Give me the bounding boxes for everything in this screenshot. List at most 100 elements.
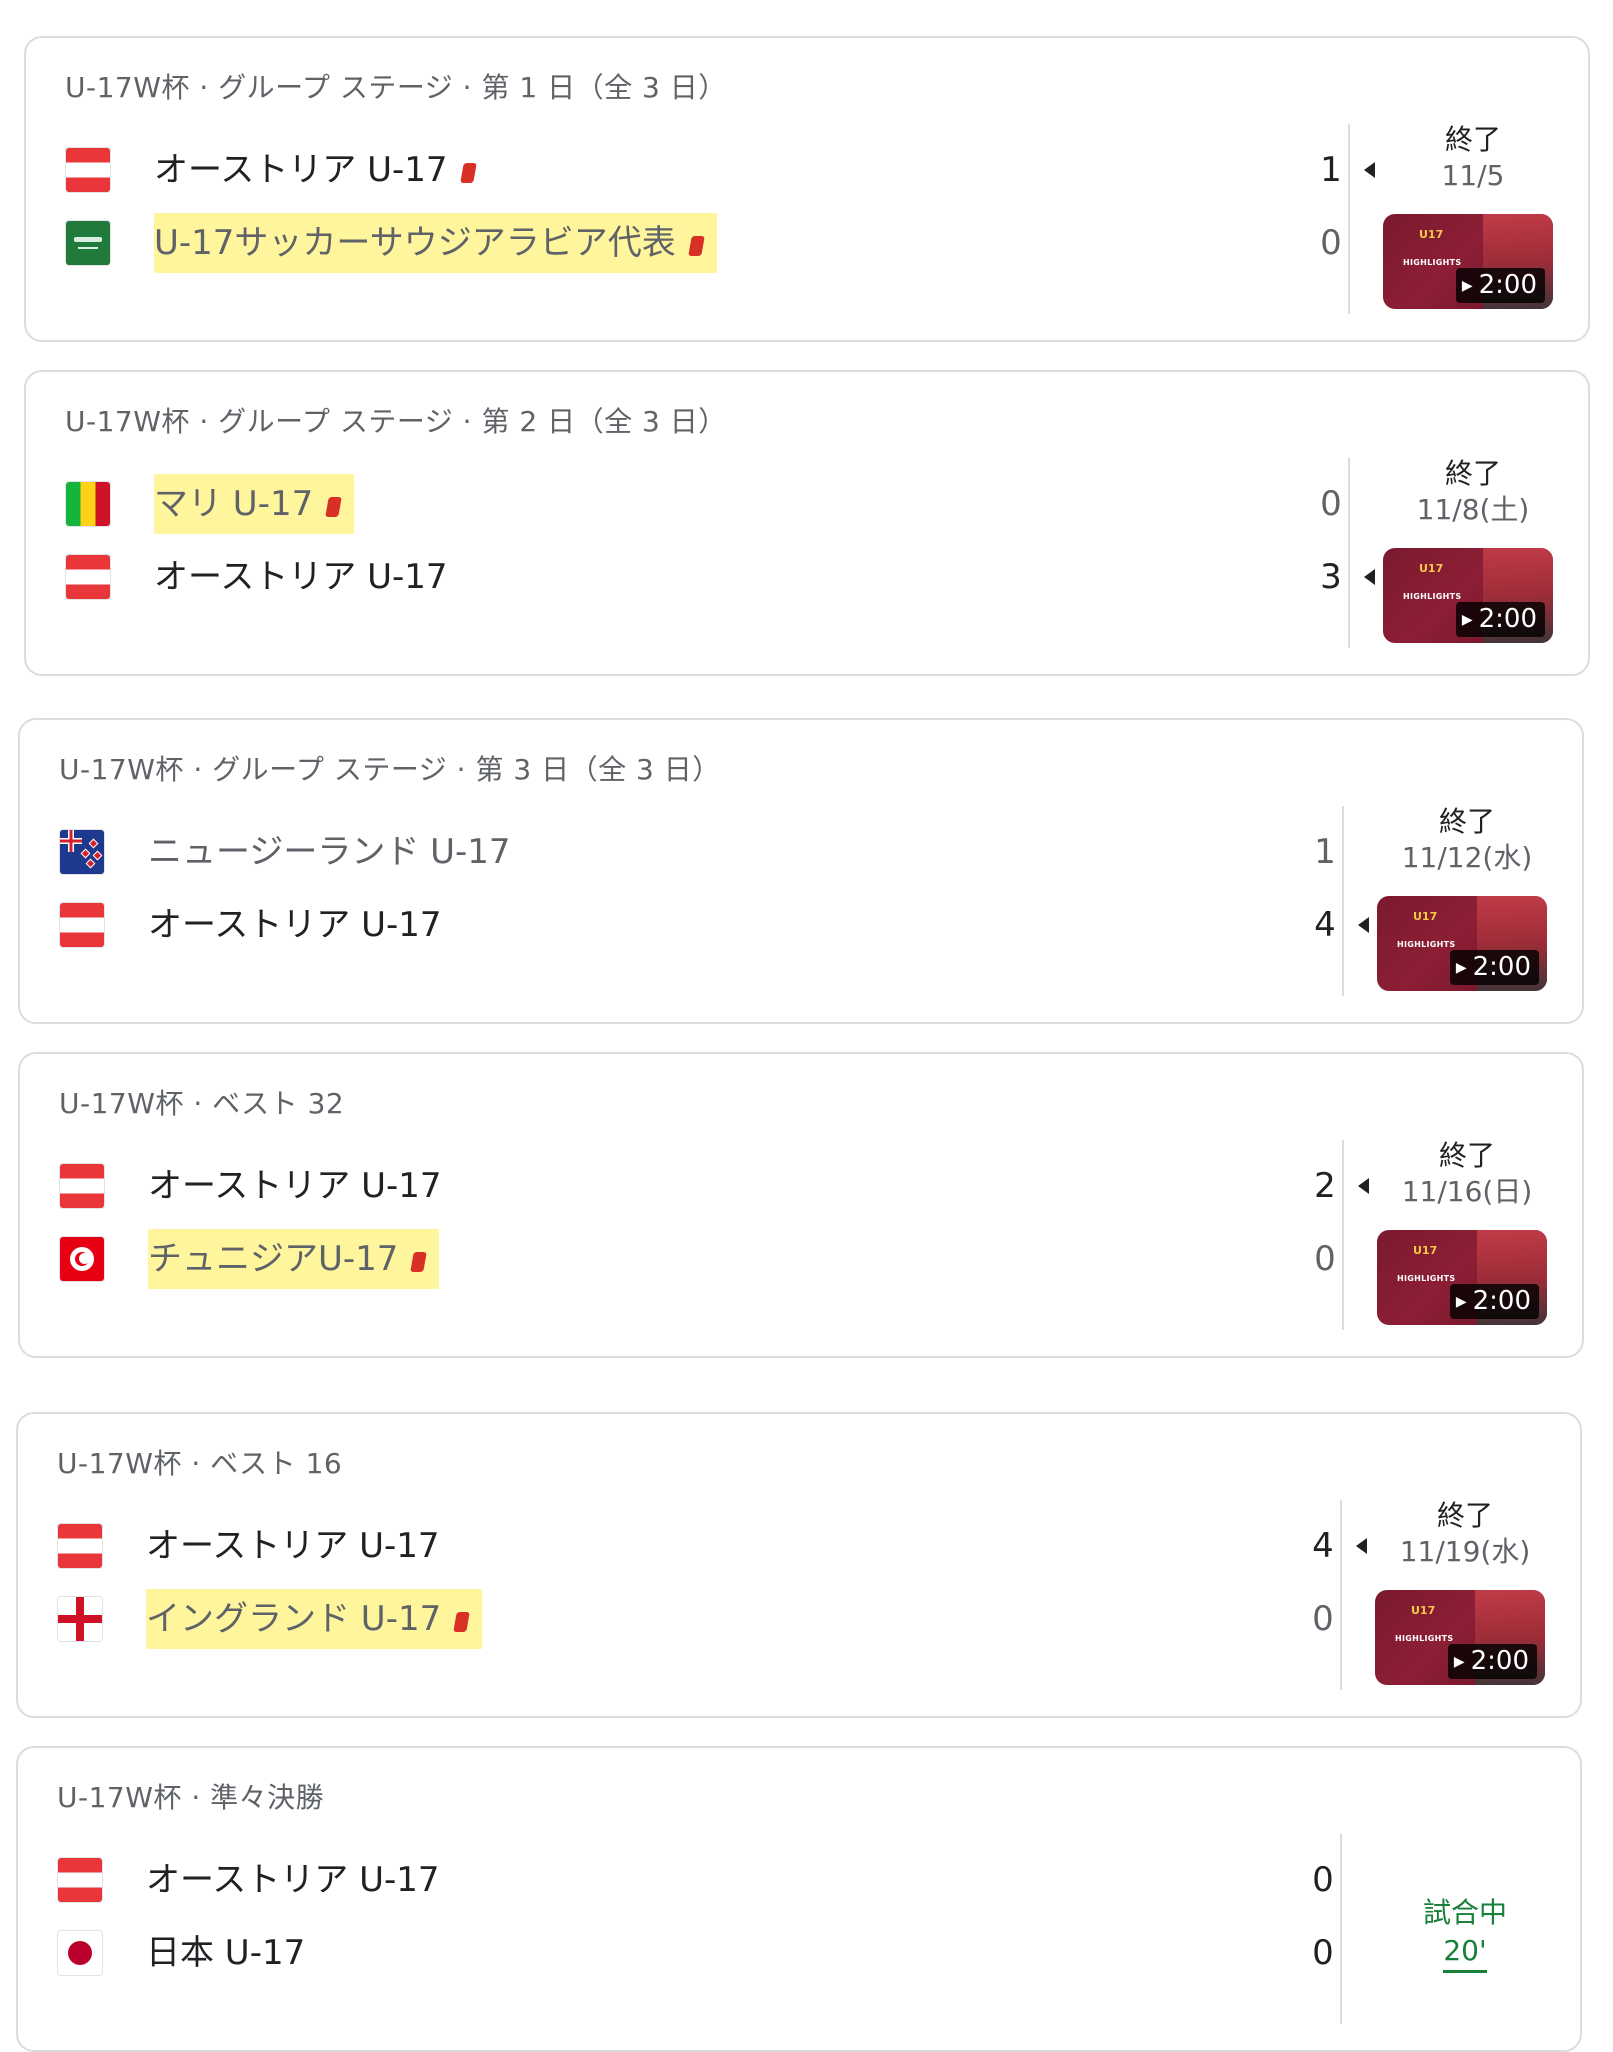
score: 0 bbox=[1314, 1239, 1336, 1279]
japan-flag-icon bbox=[58, 1931, 102, 1975]
team-name-text: マリ U-17 bbox=[154, 484, 314, 524]
austria-flag-icon bbox=[60, 903, 104, 947]
team-name-text: オーストリア U-17 bbox=[148, 1166, 442, 1206]
match-card-3[interactable]: U-17W杯 · グループ ステージ · 第 3 日（全 3 日） ニュージーラ… bbox=[18, 718, 1584, 1024]
play-icon: ▶ bbox=[1453, 1654, 1465, 1670]
live-minute: 20' bbox=[1443, 1932, 1487, 1973]
highlight-video-thumbnail[interactable]: U17 HIGHLIGHTS ▶ 2:00 bbox=[1377, 1230, 1547, 1325]
divider bbox=[1342, 806, 1344, 996]
video-duration: ▶ 2:00 bbox=[1449, 1284, 1539, 1319]
highlights-text: HIGHLIGHTS bbox=[1397, 1274, 1456, 1283]
score: 0 bbox=[1312, 1860, 1334, 1900]
match-status: 終了 11/8(土) bbox=[1383, 456, 1563, 528]
divider bbox=[1348, 458, 1350, 648]
status-label: 終了 bbox=[1444, 123, 1501, 156]
score: 1 bbox=[1314, 832, 1336, 872]
team-row-away: イングランド U-17 0 bbox=[58, 1589, 1358, 1649]
team-name: オーストリア U-17 bbox=[148, 1156, 450, 1216]
score: 0 bbox=[1320, 484, 1342, 524]
team-name: オーストリア U-17 bbox=[146, 1516, 448, 1576]
austria-flag-icon bbox=[58, 1858, 102, 1902]
austria-flag-icon bbox=[66, 555, 110, 599]
match-card-1[interactable]: U-17W杯 · グループ ステージ · 第 1 日（全 3 日） オーストリア… bbox=[24, 36, 1590, 342]
team-name-text: チュニジアU-17 bbox=[148, 1239, 399, 1279]
tournament-logo-icon: U17 bbox=[1413, 910, 1438, 923]
team-name-text: オーストリア U-17 bbox=[154, 557, 448, 597]
status-label: 終了 bbox=[1438, 1139, 1495, 1172]
duration-text: 2:00 bbox=[1478, 604, 1537, 634]
highlight-video-thumbnail[interactable]: U17 HIGHLIGHTS ▶ 2:00 bbox=[1375, 1590, 1545, 1685]
austria-flag-icon bbox=[58, 1524, 102, 1568]
match-status: 終了 11/19(水) bbox=[1375, 1498, 1555, 1570]
match-header: U-17W杯 · ベスト 16 bbox=[57, 1447, 343, 1480]
team-name-text: イングランド U-17 bbox=[146, 1599, 442, 1639]
team-row-home: オーストリア U-17 1 bbox=[66, 140, 1375, 200]
divider bbox=[1340, 1834, 1342, 2024]
red-card-icon bbox=[687, 236, 705, 256]
match-date: 11/16(日) bbox=[1401, 1175, 1533, 1208]
red-card-icon bbox=[453, 1612, 470, 1632]
live-label: 試合中 bbox=[1422, 1896, 1507, 1929]
team-row-home: オーストリア U-17 2 bbox=[60, 1156, 1369, 1216]
highlight-video-thumbnail[interactable]: U17 HIGHLIGHTS ▶ 2:00 bbox=[1383, 548, 1553, 643]
team-row-away: チュニジアU-17 0 bbox=[60, 1229, 1360, 1289]
tunisia-flag-icon bbox=[60, 1237, 104, 1281]
team-row-away: 日本 U-17 0 bbox=[58, 1923, 1358, 1983]
highlight-video-thumbnail[interactable]: U17 HIGHLIGHTS ▶ 2:00 bbox=[1383, 214, 1553, 309]
highlight-video-thumbnail[interactable]: U17 HIGHLIGHTS ▶ 2:00 bbox=[1377, 896, 1547, 991]
tournament-logo-icon: U17 bbox=[1413, 1244, 1438, 1257]
team-row-home: マリ U-17 0 bbox=[66, 474, 1366, 534]
live-status: 試合中 20' bbox=[1375, 1894, 1555, 1973]
video-duration: ▶ 2:00 bbox=[1455, 268, 1545, 303]
match-status: 終了 11/5 bbox=[1383, 122, 1563, 194]
red-card-icon bbox=[325, 497, 342, 517]
match-header: U-17W杯 · ベスト 32 bbox=[59, 1087, 345, 1120]
play-icon: ▶ bbox=[1455, 960, 1467, 976]
score: 1 bbox=[1320, 150, 1342, 190]
winner-arrow-icon bbox=[1356, 1538, 1367, 1554]
winner-arrow-icon bbox=[1358, 917, 1369, 933]
red-card-icon bbox=[459, 163, 477, 183]
play-icon: ▶ bbox=[1461, 612, 1473, 628]
duration-text: 2:00 bbox=[1478, 270, 1537, 300]
team-name: オーストリア U-17 bbox=[146, 1850, 448, 1910]
divider bbox=[1348, 124, 1350, 314]
team-name: オーストリア U-17 bbox=[154, 140, 483, 200]
match-date: 11/19(水) bbox=[1399, 1535, 1531, 1568]
tournament-logo-icon: U17 bbox=[1419, 228, 1444, 241]
winner-arrow-icon bbox=[1364, 162, 1375, 178]
team-name: イングランド U-17 bbox=[146, 1589, 483, 1649]
team-name: U-17サッカーサウジアラビア代表 bbox=[154, 213, 717, 273]
video-duration: ▶ 2:00 bbox=[1447, 1644, 1537, 1679]
england-flag-icon bbox=[58, 1597, 102, 1641]
team-name-text: ニュージーランド U-17 bbox=[148, 832, 511, 872]
match-card-6[interactable]: U-17W杯 · 準々決勝 オーストリア U-17 0 日本 U-17 0 試合… bbox=[16, 1746, 1582, 2052]
score: 0 bbox=[1312, 1933, 1334, 1973]
score: 2 bbox=[1314, 1166, 1336, 1206]
team-name-text: オーストリア U-17 bbox=[148, 905, 442, 945]
match-status: 終了 11/16(日) bbox=[1377, 1138, 1557, 1210]
team-row-away: オーストリア U-17 4 bbox=[60, 895, 1369, 955]
team-name-text: オーストリア U-17 bbox=[146, 1860, 440, 1900]
duration-text: 2:00 bbox=[1470, 1646, 1529, 1676]
team-name-text: 日本 U-17 bbox=[146, 1933, 306, 1973]
red-card-icon bbox=[410, 1252, 428, 1272]
team-row-home: ニュージーランド U-17 1 bbox=[60, 822, 1360, 882]
team-name-text: U-17サッカーサウジアラビア代表 bbox=[154, 223, 676, 263]
match-card-2[interactable]: U-17W杯 · グループ ステージ · 第 2 日（全 3 日） マリ U-1… bbox=[24, 370, 1590, 676]
team-name: マリ U-17 bbox=[154, 474, 355, 534]
match-card-5[interactable]: U-17W杯 · ベスト 16 オーストリア U-17 4 イングランド U-1… bbox=[16, 1412, 1582, 1718]
status-label: 終了 bbox=[1438, 805, 1495, 838]
match-date: 11/8(土) bbox=[1416, 493, 1530, 526]
video-duration: ▶ 2:00 bbox=[1455, 602, 1545, 637]
match-header: U-17W杯 · グループ ステージ · 第 1 日（全 3 日） bbox=[65, 71, 727, 104]
highlights-text: HIGHLIGHTS bbox=[1397, 940, 1456, 949]
highlights-text: HIGHLIGHTS bbox=[1403, 258, 1462, 267]
tournament-logo-icon: U17 bbox=[1411, 1604, 1436, 1617]
play-icon: ▶ bbox=[1455, 1294, 1467, 1310]
team-name: ニュージーランド U-17 bbox=[148, 822, 519, 882]
match-card-4[interactable]: U-17W杯 · ベスト 32 オーストリア U-17 2 チュニジアU-17 … bbox=[18, 1052, 1584, 1358]
team-row-home: オーストリア U-17 4 bbox=[58, 1516, 1367, 1576]
match-header: U-17W杯 · グループ ステージ · 第 3 日（全 3 日） bbox=[59, 753, 721, 786]
highlights-text: HIGHLIGHTS bbox=[1403, 592, 1462, 601]
